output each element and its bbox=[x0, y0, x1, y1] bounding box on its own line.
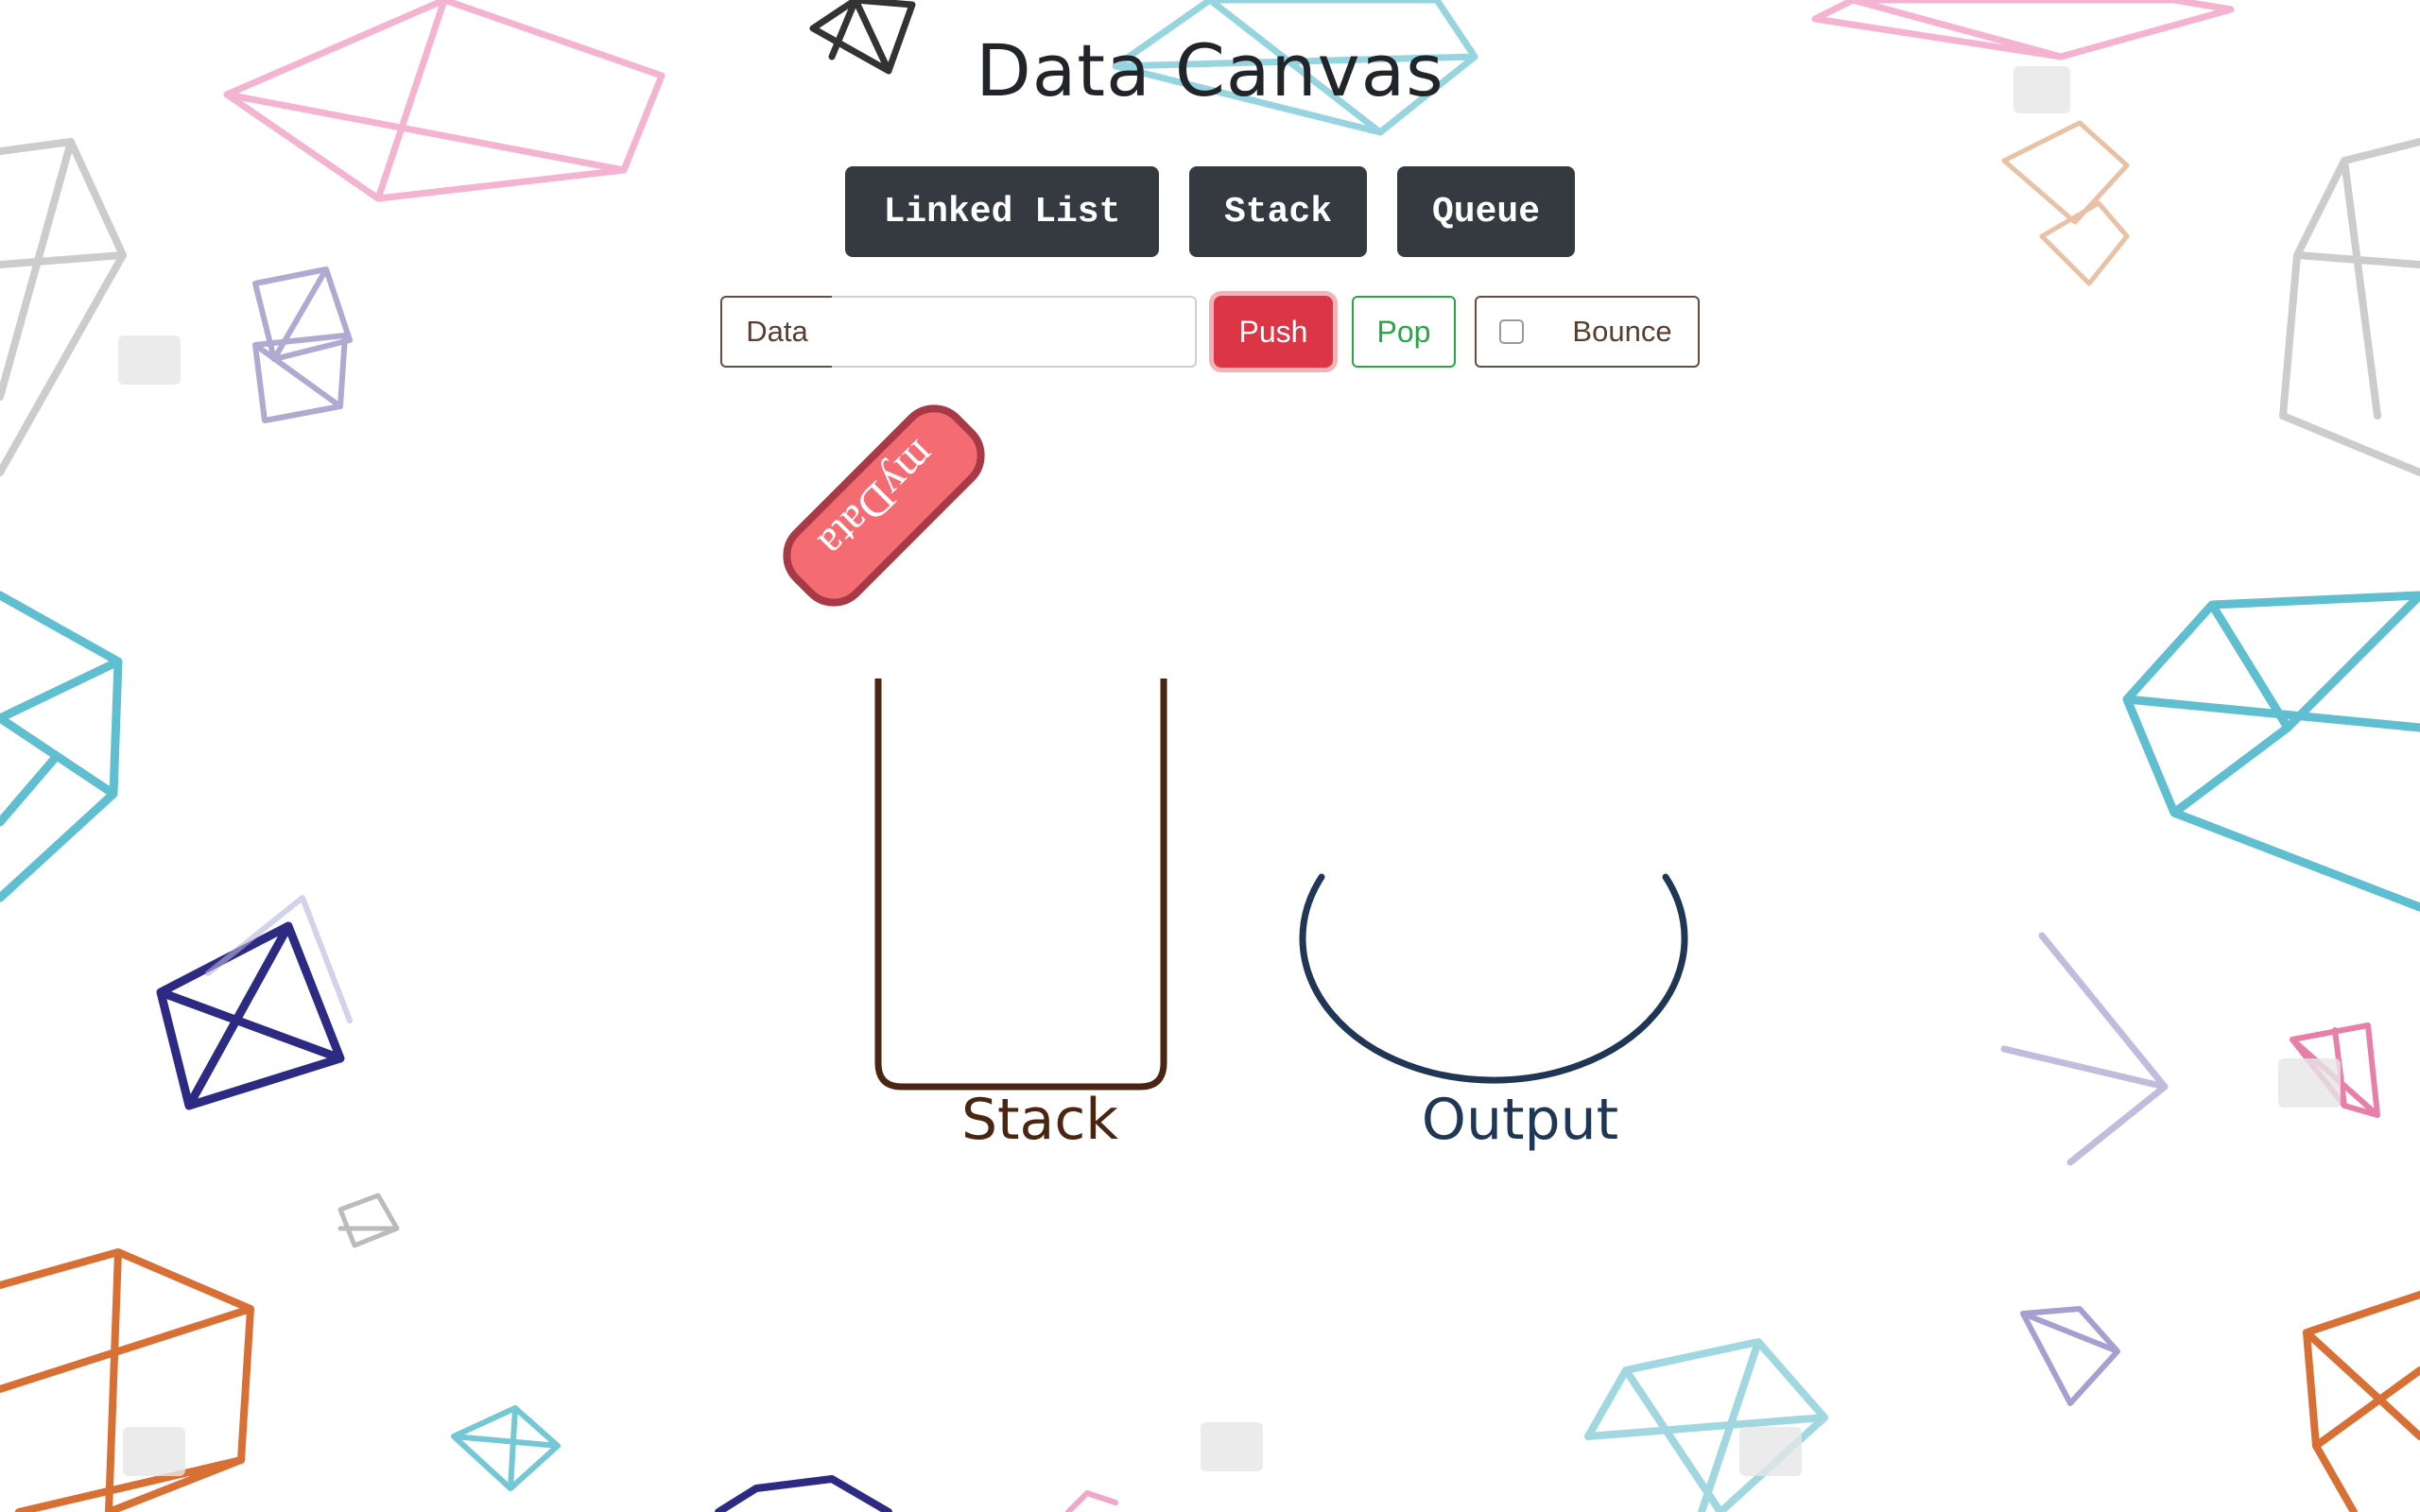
data-item[interactable]: myData bbox=[773, 395, 994, 615]
output-container bbox=[1299, 873, 1688, 1084]
output-label: Output bbox=[1422, 1087, 1618, 1153]
stack-container bbox=[874, 679, 1167, 1091]
data-canvas: myData Stack Output bbox=[773, 395, 1688, 1153]
stack-label: Stack bbox=[961, 1087, 1118, 1153]
